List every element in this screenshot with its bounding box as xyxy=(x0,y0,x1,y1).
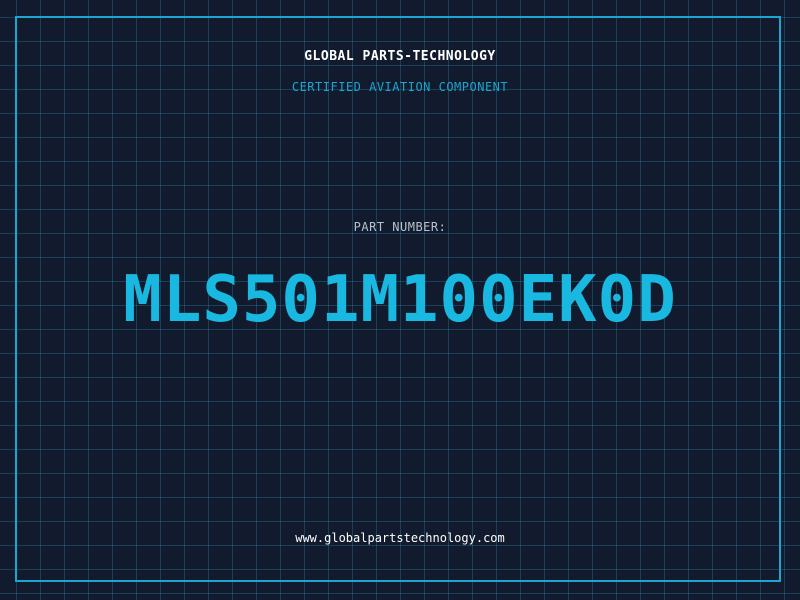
blueprint-card: GLOBAL PARTS-TECHNOLOGY CERTIFIED AVIATI… xyxy=(0,0,800,600)
certification-tagline: CERTIFIED AVIATION COMPONENT xyxy=(291,80,509,94)
company-name: GLOBAL PARTS-TECHNOLOGY xyxy=(304,49,496,64)
part-number-label: PART NUMBER: xyxy=(353,220,447,234)
part-number-value: MLS501M100EK0D xyxy=(123,263,677,337)
website-url: www.globalpartstechnology.com xyxy=(295,531,505,545)
